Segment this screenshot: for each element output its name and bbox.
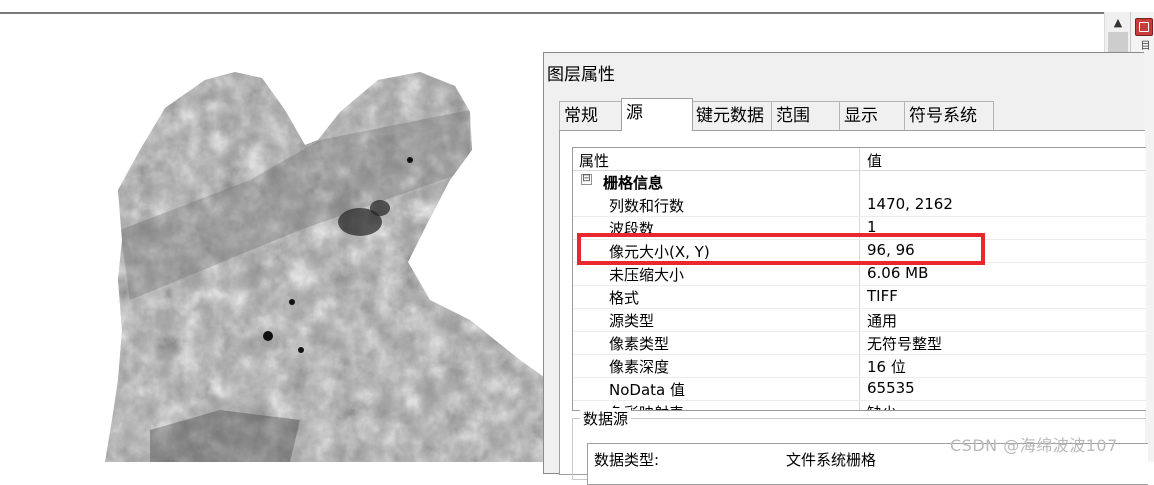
- table-row[interactable]: 未压缩大小 6.06 MB: [573, 262, 1146, 286]
- header-value: 值: [867, 152, 883, 170]
- watermark: CSDN @海绵波波107: [950, 436, 1118, 455]
- table-row[interactable]: 色彩映射表 缺少: [573, 400, 1146, 410]
- row-value: 缺少: [867, 402, 897, 410]
- row-key: 未压缩大小: [609, 266, 685, 284]
- data-type-label: 数据类型:: [594, 451, 660, 469]
- group-raster-info[interactable]: ⊟ 栅格信息: [573, 170, 1146, 193]
- tab-source[interactable]: 源: [621, 98, 693, 131]
- row-key: 列数和行数: [609, 197, 685, 215]
- table-row[interactable]: 格式 TIFF: [573, 285, 1146, 309]
- dialog-title: 图层属性: [547, 65, 615, 85]
- row-value: 1470, 2162: [867, 195, 953, 213]
- source-tab-panel: 属性 值 ⊟ 栅格信息 列数和行数 1470, 2162 波段数 1 像元大小(…: [559, 130, 1148, 485]
- row-value: TIFF: [867, 287, 898, 305]
- tab-general[interactable]: 常规: [559, 101, 627, 130]
- table-row[interactable]: 像素类型 无符号整型: [573, 331, 1146, 355]
- header-property: 属性: [579, 152, 610, 170]
- layer-properties-dialog: 图层属性 常规 源 键元数据 范围 显示 符号系统 属性 值 ⊟ 栅格信息 列数…: [543, 52, 1148, 485]
- table-row[interactable]: NoData 值 65535: [573, 377, 1146, 401]
- catalog-window-icon[interactable]: [1135, 18, 1153, 36]
- table-row[interactable]: 波段数 1: [573, 216, 1146, 240]
- row-key: 格式: [609, 289, 640, 307]
- tab-extent[interactable]: 范围: [771, 101, 845, 130]
- collapse-toggle-icon[interactable]: ⊟: [581, 174, 592, 185]
- table-row[interactable]: 像素深度 16 位: [573, 354, 1146, 378]
- group-name: 栅格信息: [603, 174, 664, 192]
- row-key: 像素深度: [609, 358, 670, 376]
- row-value: 96, 96: [867, 241, 915, 259]
- group-legend: 数据源: [580, 408, 632, 429]
- table-row[interactable]: 列数和行数 1470, 2162: [573, 193, 1146, 217]
- side-panel-label[interactable]: 目: [1136, 40, 1151, 50]
- table-row[interactable]: 源类型 通用: [573, 308, 1146, 332]
- scroll-up-arrow-icon[interactable]: ▲: [1105, 12, 1131, 32]
- row-key: 波段数: [609, 220, 655, 238]
- row-key: 像元大小(X, Y): [609, 243, 710, 261]
- row-value: 1: [867, 218, 877, 236]
- row-key: 像素类型: [609, 335, 670, 353]
- row-value: 6.06 MB: [867, 264, 929, 282]
- row-value: 16 位: [867, 358, 906, 376]
- table-row[interactable]: 像元大小(X, Y) 96, 96: [573, 239, 1146, 263]
- row-key: NoData 值: [609, 381, 685, 399]
- property-grid[interactable]: 属性 值 ⊟ 栅格信息 列数和行数 1470, 2162 波段数 1 像元大小(…: [572, 147, 1146, 411]
- tab-symbology[interactable]: 符号系统: [904, 101, 994, 130]
- row-value: 通用: [867, 312, 898, 330]
- data-type-value: 文件系统栅格: [786, 451, 877, 469]
- row-value: 65535: [867, 379, 915, 397]
- row-key: 源类型: [609, 312, 655, 330]
- tab-display[interactable]: 显示: [839, 101, 909, 130]
- raster-image: [105, 72, 545, 462]
- tab-key-metadata[interactable]: 键元数据: [691, 101, 775, 130]
- row-value: 无符号整型: [867, 335, 943, 353]
- raster-map-view[interactable]: [0, 14, 545, 462]
